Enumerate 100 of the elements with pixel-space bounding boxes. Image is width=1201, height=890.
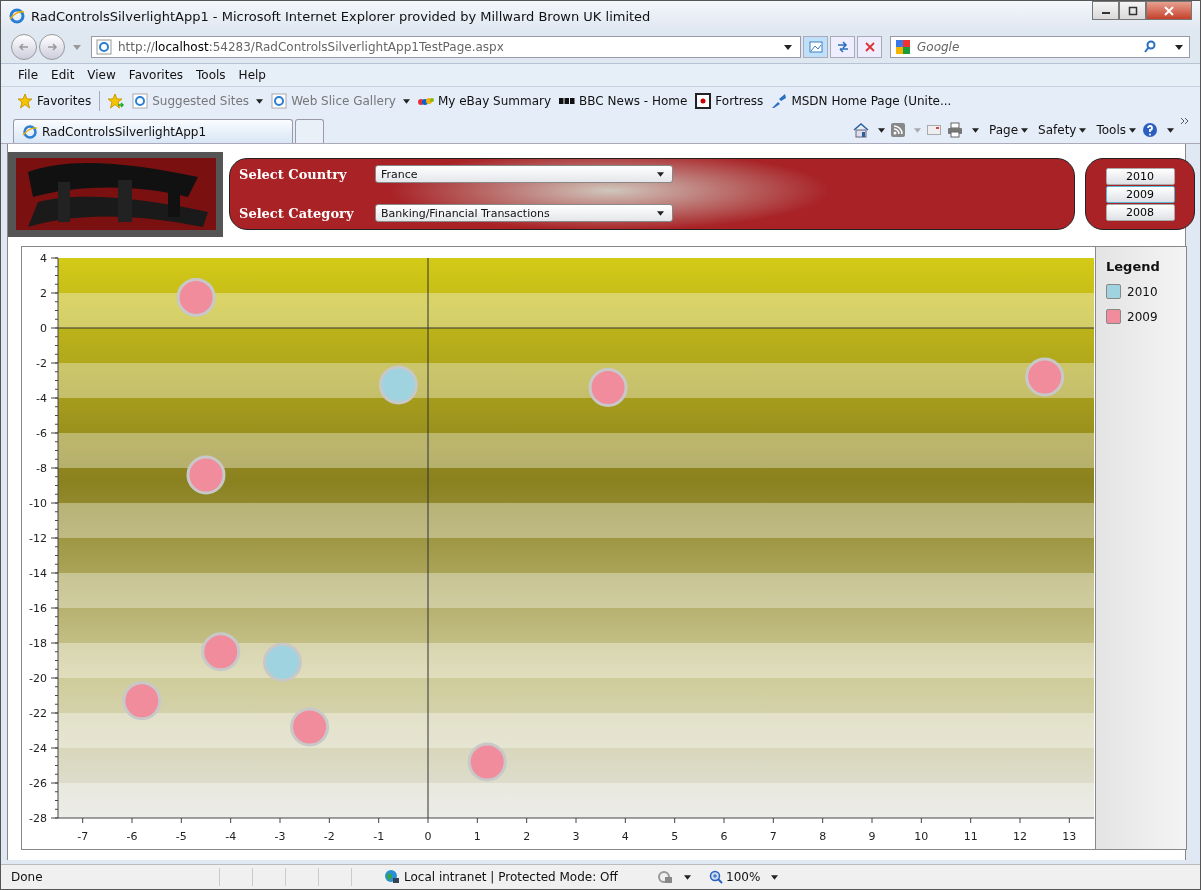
mail-icon[interactable]: [927, 123, 941, 137]
menu-item[interactable]: View: [80, 68, 122, 82]
x-tick-label: 5: [671, 830, 679, 843]
filter-label: Select Country: [239, 166, 348, 182]
home-icon[interactable]: [853, 122, 869, 138]
caret-icon[interactable]: [878, 127, 885, 133]
caret-icon[interactable]: [684, 874, 691, 880]
menu-item[interactable]: Help: [231, 68, 272, 82]
star-icon[interactable]: [17, 93, 33, 109]
menu-item[interactable]: Edit: [44, 68, 81, 82]
browser-tab[interactable]: RadControlsSilverlightApp1: [13, 119, 293, 143]
dropdown[interactable]: France: [375, 165, 673, 183]
favorites-link[interactable]: My eBay Summary: [437, 94, 552, 108]
feed-icon[interactable]: [891, 123, 905, 137]
lock-icon[interactable]: [657, 869, 673, 885]
maximize-button[interactable]: [1119, 1, 1146, 20]
favorites-link[interactable]: Fortress: [715, 94, 764, 108]
caret-icon[interactable]: [1021, 127, 1029, 133]
forward-button[interactable]: [39, 34, 65, 60]
legend-label: 2009: [1127, 309, 1158, 324]
stop-button[interactable]: [857, 36, 882, 58]
command-menu[interactable]: Tools: [1096, 123, 1126, 137]
page-icon: [96, 39, 112, 55]
y-tick-label: -24: [29, 742, 47, 755]
y-tick-label: 2: [40, 287, 47, 300]
caret-icon[interactable]: [256, 98, 264, 104]
favorites-link[interactable]: Web Slice Gallery: [291, 94, 396, 108]
help-icon[interactable]: [1142, 122, 1158, 138]
caret-icon[interactable]: [402, 98, 410, 104]
y-tick-label: -20: [29, 672, 47, 685]
compatibility-view-button[interactable]: [803, 36, 828, 58]
year-button[interactable]: 2008: [1105, 203, 1175, 221]
menu-item[interactable]: Tools: [189, 68, 232, 82]
browser-page-icon[interactable]: [271, 93, 288, 109]
search-icon[interactable]: [1143, 40, 1157, 54]
caret-icon[interactable]: [784, 44, 792, 50]
minimize-button[interactable]: [1092, 1, 1119, 20]
x-tick-label: -4: [225, 830, 237, 843]
caret-icon[interactable]: [1167, 127, 1174, 133]
caret-icon[interactable]: [1079, 127, 1087, 133]
status-text: Done: [11, 870, 44, 884]
filter-label: Select Category: [239, 205, 355, 221]
y-tick-label: -10: [29, 497, 47, 510]
browser-logo-icon: [9, 8, 25, 24]
caret-icon[interactable]: [771, 874, 779, 880]
chevron-icon[interactable]: [1180, 117, 1190, 125]
year-button[interactable]: 2010: [1105, 167, 1175, 185]
maximize-icon[interactable]: [1127, 5, 1138, 16]
y-tick-label: -26: [29, 777, 47, 790]
x-tick-label: 7: [769, 830, 777, 843]
caret-icon[interactable]: [1129, 127, 1136, 133]
x-tick-label: -3: [274, 830, 286, 843]
y-tick-label: -4: [36, 392, 47, 405]
add-favorite-icon[interactable]: [108, 93, 125, 109]
favorites-link[interactable]: Suggested Sites: [152, 94, 250, 108]
x-tick-label: 12: [1013, 830, 1027, 843]
refresh-button[interactable]: [830, 36, 855, 58]
printer-icon[interactable]: [947, 122, 963, 138]
caret-icon[interactable]: [657, 171, 664, 177]
y-tick-label: -14: [29, 567, 47, 580]
favorites-button[interactable]: Favorites: [17, 93, 92, 109]
x-tick-label: -7: [77, 830, 89, 843]
refresh-icon[interactable]: [835, 40, 850, 54]
caret-icon[interactable]: [1175, 44, 1183, 50]
x-tick-label: 10: [914, 830, 929, 843]
favorites-link[interactable]: BBC News - Home: [579, 94, 688, 108]
x-tick-label: 11: [963, 830, 978, 843]
search-provider-icon[interactable]: [895, 39, 911, 55]
picture-frame-icon[interactable]: [808, 40, 823, 54]
x-tick-label: 1: [473, 830, 481, 843]
command-menu[interactable]: Page: [989, 123, 1019, 137]
y-tick-label: -16: [29, 602, 47, 615]
dropdown[interactable]: Banking/Financial Transactions: [375, 204, 673, 222]
globe-icon: [384, 869, 400, 885]
x-tick-label: -5: [175, 830, 187, 843]
zoom-icon[interactable]: [709, 870, 723, 884]
caret-icon[interactable]: [657, 210, 664, 216]
close-button[interactable]: [1146, 1, 1192, 20]
y-tick-label: -12: [29, 532, 47, 545]
menu-item[interactable]: Favorites: [121, 68, 190, 82]
angled-shapes-icon[interactable]: [771, 93, 788, 109]
search-box[interactable]: Google: [890, 36, 1190, 58]
caret-icon[interactable]: [972, 127, 979, 133]
close-icon[interactable]: [862, 40, 877, 54]
close-icon[interactable]: [1164, 5, 1174, 16]
y-tick-label: -8: [36, 462, 47, 475]
y-tick-label: -2: [36, 357, 47, 370]
x-tick-label: -1: [373, 830, 385, 843]
favorites-link[interactable]: MSDN Home Page (Unite...: [791, 94, 952, 108]
browser-page-icon[interactable]: [132, 93, 149, 109]
y-tick-label: 0: [40, 322, 47, 335]
x-tick-label: 9: [868, 830, 876, 843]
menu-item[interactable]: File: [11, 68, 45, 82]
address-field[interactable]: http://localhost:54283/RadControlsSilverlightApp1TestPage.aspx: [91, 36, 801, 58]
command-menu[interactable]: Safety: [1038, 123, 1077, 137]
back-button[interactable]: [11, 34, 37, 60]
zoom-level[interactable]: 100%: [709, 870, 761, 884]
year-button[interactable]: 2009: [1105, 185, 1175, 203]
x-tick-label: 3: [572, 830, 580, 843]
dot-in-square-icon[interactable]: [695, 93, 712, 109]
